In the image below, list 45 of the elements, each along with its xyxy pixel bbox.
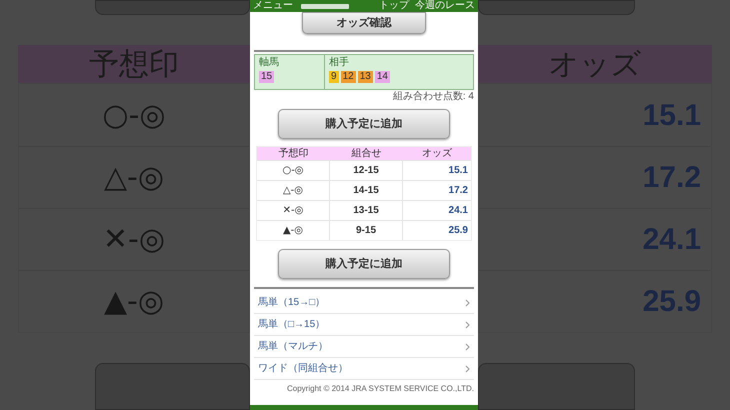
selection-label: 軸馬 xyxy=(259,57,280,69)
backdrop-mark: ○-◎ xyxy=(102,96,166,134)
horse-number-badge: 15 xyxy=(259,71,274,83)
bet-type-link[interactable]: ワイド（同組合せ） xyxy=(254,358,474,380)
link-label: 馬単（15→□） xyxy=(258,296,326,310)
table-cell: 9-15 xyxy=(330,221,403,240)
odds-check-button[interactable]: オッズ確認 xyxy=(302,12,426,34)
horse-number-badge: 9 xyxy=(329,71,339,83)
table-cell: 13-15 xyxy=(330,201,403,220)
odds-cell-text: 25.9 xyxy=(448,224,469,238)
horse-number-badge: 12 xyxy=(340,71,356,83)
copyright-text: Copyright © 2014 JRA SYSTEM SERVICE CO.,LTD. xyxy=(287,384,474,394)
selection-label: 相手 xyxy=(329,57,350,69)
chevron-right-icon xyxy=(465,364,470,372)
table-cell: ✕-◎ xyxy=(257,201,330,220)
column-header: 予想印 xyxy=(278,148,308,158)
column-header: 組合せ xyxy=(352,148,382,158)
combination-count: 組み合わせ点数: 4 xyxy=(392,91,474,103)
table-cell: 14-15 xyxy=(330,181,403,200)
bet-type-link[interactable]: 馬単（マルチ） xyxy=(254,336,474,358)
link-label: 馬単（マルチ） xyxy=(258,340,328,354)
horse-number-badge: 14 xyxy=(374,71,390,83)
bet-type-link[interactable]: 馬単（□→15） xyxy=(254,314,474,336)
add-to-plan-button[interactable]: 購入予定に追加 xyxy=(278,109,450,139)
chevron-right-icon xyxy=(465,342,470,350)
odds-cell-text: 17.2 xyxy=(448,184,469,198)
odds-cell-text: 15.1 xyxy=(448,164,469,178)
backdrop-mark: ▲-◎ xyxy=(104,283,164,321)
add-to-plan-button[interactable]: 購入予定に追加 xyxy=(278,249,450,279)
horse-number-badge: 13 xyxy=(358,71,373,83)
odds-cell-text: 24.1 xyxy=(448,204,469,218)
column-header: オッズ xyxy=(422,148,452,158)
table-cell: ○-◎ xyxy=(257,161,330,180)
backdrop-mark: ✕-◎ xyxy=(102,221,166,259)
bet-type-link[interactable]: 馬単（15→□） xyxy=(254,292,474,314)
nav-link[interactable]: 今週のレース xyxy=(415,1,475,11)
menu-link[interactable]: メニュー xyxy=(253,1,293,11)
link-label: 馬単（□→15） xyxy=(258,318,326,332)
table-cell: △-◎ xyxy=(257,181,330,200)
table-cell: 12-15 xyxy=(330,161,403,180)
chevron-right-icon xyxy=(465,320,470,328)
chevron-right-icon xyxy=(465,298,470,306)
link-label: ワイド（同組合せ） xyxy=(258,362,348,376)
table-cell: ▲-◎ xyxy=(257,221,330,240)
backdrop-mark: △-◎ xyxy=(104,159,164,197)
